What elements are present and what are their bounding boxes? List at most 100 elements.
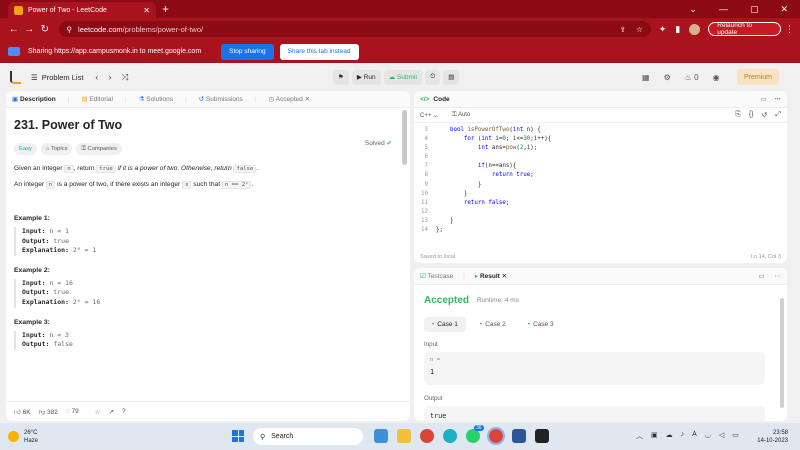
code-line[interactable]: 7 if(n==ans){ [414, 162, 787, 171]
difficulty-badge[interactable]: Easy [14, 143, 37, 155]
code-line[interactable]: 11 return false; [414, 199, 787, 208]
panel-menu-icon[interactable]: ⋯ [775, 272, 782, 280]
browser-tab[interactable]: Power of Two - LeetCode ✕ [8, 2, 156, 18]
tray-expand-icon[interactable]: ︿ [636, 431, 643, 441]
reload-icon[interactable]: ↻ [37, 24, 53, 35]
settings-gear-icon[interactable]: ⚙ [664, 73, 671, 82]
share-link-icon[interactable]: ↗ [109, 408, 114, 416]
shuffle-icon[interactable]: ⤨ [121, 72, 128, 83]
layout-icon[interactable]: ▦ [642, 73, 650, 82]
prev-problem-icon[interactable]: ‹ [95, 72, 98, 83]
notes-button[interactable]: ▤ [443, 69, 460, 85]
debug-button[interactable]: ⚑ [333, 69, 349, 85]
bookmark-star-icon[interactable]: ☆ [636, 25, 643, 34]
companies-tag[interactable]: ⚿ Companies [76, 143, 122, 155]
code-line[interactable]: 8 return true; [414, 171, 787, 180]
format-braces-icon[interactable]: {} [749, 111, 754, 119]
volume-icon[interactable]: ◁ [719, 431, 724, 441]
share-this-tab-button[interactable]: Share this tab instead [279, 43, 359, 60]
side-panel-icon[interactable]: ▮ [675, 24, 680, 35]
new-tab-icon[interactable]: + [162, 2, 169, 16]
code-line[interactable]: 13 } [414, 217, 787, 226]
taskbar-clock[interactable]: 23:58 14-10-2023 [748, 429, 788, 445]
bookmark-icon[interactable]: ⎘ [735, 111, 741, 119]
tray-app-icon[interactable]: ▣ [651, 431, 658, 441]
tab-testcase[interactable]: ☑ Testcase [420, 272, 453, 280]
close-icon[interactable]: ✕ [143, 6, 150, 15]
file-explorer-icon[interactable] [397, 429, 411, 443]
reset-icon[interactable]: ↺ [762, 111, 768, 119]
favorite-star-icon[interactable]: ☆ [95, 408, 101, 416]
minimize-icon[interactable]: — [719, 4, 728, 15]
chrome-active-icon[interactable] [487, 427, 505, 445]
whatsapp-icon[interactable]: 36 [466, 425, 484, 443]
close-icon[interactable]: ✕ [305, 96, 310, 103]
premium-button[interactable]: Premium [737, 69, 779, 85]
chrome-icon[interactable] [420, 429, 434, 443]
forward-icon[interactable]: → [22, 24, 38, 35]
window-close-icon[interactable]: ✕ [780, 4, 788, 15]
battery-icon[interactable]: ▭ [732, 431, 739, 441]
edge-icon[interactable] [443, 429, 457, 443]
cloud-icon[interactable]: ☁ [666, 431, 673, 441]
code-line[interactable]: 4 for (int i=0; i<=30;i++){ [414, 135, 787, 144]
comments-button[interactable]: ◌ 79 [66, 408, 79, 415]
code-tab-label[interactable]: Code [433, 96, 449, 103]
expand-icon[interactable]: ▭ [760, 95, 766, 103]
fullscreen-icon[interactable]: ⤢ [775, 111, 781, 119]
weather-widget[interactable]: 26°C Haze [8, 429, 38, 445]
code-line[interactable]: 5 int ans=pow(2,i); [414, 144, 787, 153]
extensions-icon[interactable]: ✦ [659, 24, 667, 35]
mode-select[interactable]: ⚿ Auto [452, 112, 470, 119]
back-icon[interactable]: ← [6, 24, 22, 35]
tab-accepted[interactable]: ◷ Accepted ✕ [269, 95, 311, 103]
code-line[interactable]: 10 } [414, 190, 787, 199]
app-icon[interactable] [535, 429, 549, 443]
tab-description[interactable]: ▣ Description [12, 95, 56, 103]
code-line[interactable]: 6 [414, 153, 787, 162]
like-button[interactable]: 👍︎ 6K [14, 408, 31, 416]
tab-editorial[interactable]: ▤ Editorial [81, 95, 112, 103]
code-line[interactable]: 12 [414, 208, 787, 217]
windows-start-icon[interactable] [232, 430, 244, 442]
stop-sharing-button[interactable]: Stop sharing [221, 43, 274, 60]
relaunch-button[interactable]: Relaunch to update [708, 22, 781, 36]
code-area[interactable]: 3 bool isPowerOfTwo(int n) {4 for (int i… [414, 123, 787, 235]
dislike-button[interactable]: 👎︎ 382 [39, 408, 58, 416]
profile-avatar[interactable] [689, 23, 701, 35]
language-icon[interactable]: A [692, 431, 697, 441]
case-tab-3[interactable]: • Case 3 [520, 317, 562, 332]
language-select[interactable]: C++ ⌄ [420, 112, 438, 119]
panel-menu-icon[interactable]: ⋯ [775, 95, 782, 103]
timer-button[interactable]: ⏲ [425, 69, 441, 85]
submit-button[interactable]: ☁ Submit [383, 69, 423, 85]
url-field[interactable]: ⚲ leetcode.com/problems/power-of-two/ ⇪ … [58, 21, 651, 37]
topics-tag[interactable]: ⌂ Topics [40, 143, 73, 155]
taskview-icon[interactable] [374, 429, 388, 443]
share-icon[interactable]: ⇪ [620, 25, 626, 34]
close-icon[interactable]: ✕ [502, 273, 507, 280]
code-line[interactable]: 9 } [414, 181, 787, 190]
streak-counter[interactable]: ♨ 0 [685, 73, 699, 82]
run-button[interactable]: ▶ Run [351, 69, 381, 85]
scrollbar[interactable] [780, 298, 784, 408]
case-tab-2[interactable]: • Case 2 [472, 317, 514, 332]
site-info-icon[interactable]: ⚲ [67, 25, 73, 34]
next-problem-icon[interactable]: › [108, 72, 111, 83]
problem-list-button[interactable]: ☰ Problem List [31, 73, 83, 82]
wifi-icon[interactable]: ◡ [705, 431, 711, 441]
tab-solutions[interactable]: ⚗ Solutions [139, 95, 173, 103]
expand-icon[interactable]: ▭ [758, 272, 764, 280]
scrollbar[interactable] [402, 110, 407, 165]
microphone-icon[interactable]: ♪ [681, 431, 685, 441]
maximize-icon[interactable]: ▢ [750, 4, 759, 15]
help-icon[interactable]: ? [122, 408, 126, 415]
taskbar-search[interactable]: ⚲ Search [253, 428, 363, 445]
chevron-down-icon[interactable]: ⌄ [689, 4, 697, 15]
leetcode-logo-icon[interactable] [10, 70, 21, 84]
code-line[interactable]: 14}; [414, 226, 787, 235]
more-menu-icon[interactable]: ⋮ [785, 24, 794, 35]
word-icon[interactable] [512, 429, 526, 443]
case-tab-1[interactable]: • Case 1 [424, 317, 466, 332]
code-line[interactable]: 3 bool isPowerOfTwo(int n) { [414, 126, 787, 135]
